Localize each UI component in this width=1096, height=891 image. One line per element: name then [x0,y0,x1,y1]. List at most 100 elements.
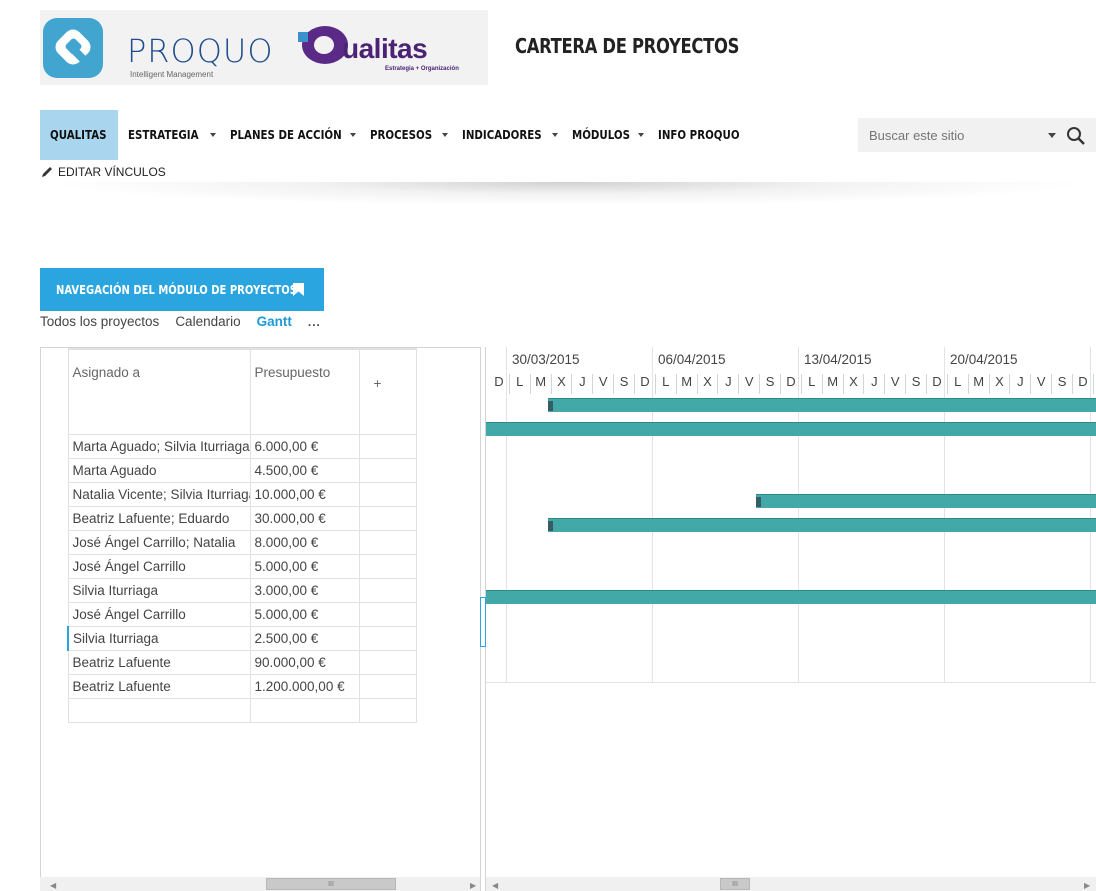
add-column-button[interactable]: + [358,348,417,435]
nav-item-4[interactable]: INDICADORES [452,110,552,160]
nav-item-label: ESTRATEGIA [128,127,199,142]
brand-name: PROQUO [127,32,274,70]
day-letter: J [572,374,594,394]
cell-budget[interactable]: 5.000,00 € [249,553,360,579]
more-views-button[interactable]: ... [308,315,321,329]
gantt-scroll-left-arrow-icon[interactable]: ◀ [492,881,498,890]
day-letter: M [823,374,844,394]
cell-assigned[interactable]: Beatriz Lafuente; Eduardo [67,505,251,531]
cell-assigned[interactable]: José Ángel Carrillo [67,601,251,627]
search-icon[interactable] [1066,126,1086,146]
cell-budget[interactable]: 4.500,00 € [249,457,360,483]
gantt-task-bar[interactable] [486,422,1096,436]
cell-budget[interactable] [249,697,360,723]
scroll-left-arrow-icon[interactable]: ◀ [50,881,56,890]
nav-item-5[interactable]: MÓDULOS [562,110,638,160]
task-start-marker [548,521,553,531]
search-scope-caret-icon[interactable] [1048,133,1056,138]
cell-budget[interactable]: 1.200.000,00 € [249,673,360,699]
table-row[interactable]: Natalia Vicente; Silvia Iturriaga 10.000,… [67,481,417,507]
chevron-down-icon[interactable] [638,133,644,137]
table-row[interactable] [67,697,417,723]
day-letter: V [1031,374,1053,394]
day-letter: S [906,374,927,394]
module-navigation-label: NAVEGACIÓN DEL MÓDULO DE PROYECTOS [56,282,297,297]
day-letter: J [864,374,886,394]
proquo-logo-icon [43,18,103,78]
gantt-scroll-thumb[interactable]: III [720,878,750,890]
nav-item-6[interactable]: INFO PROQUO [648,110,748,160]
nav-item-label: INFO PROQUO [658,127,740,142]
table-row[interactable]: Silvia Iturriaga 2.500,00 € [67,625,417,651]
site-logo[interactable]: PROQUO Intelligent Management ualitas Es… [40,10,488,85]
nav-item-label: PROCESOS [370,127,433,142]
site-title[interactable]: CARTERA DE PROYECTOS [515,34,739,58]
gantt-task-bar[interactable] [548,518,1096,532]
nav-item-label: INDICADORES [462,127,542,142]
scroll-right-arrow-icon[interactable]: ▶ [470,881,476,890]
cell-assigned[interactable]: Silvia Iturriaga [67,625,251,651]
gantt-horizontal-scrollbar[interactable]: ◀ III ▶ [486,877,1096,891]
table-row[interactable]: José Ángel Carrillo 5.000,00 € [67,553,417,579]
cell-assigned[interactable]: José Ángel Carrillo; Natalia [67,529,251,555]
chevron-down-icon[interactable] [350,133,356,137]
brand-tagline: Intelligent Management [130,70,214,79]
project-grid: Asignado a Presupuesto + Marta Aguado; S… [67,348,417,723]
gantt-task-bar[interactable] [548,398,1096,412]
chevron-down-icon[interactable] [552,133,558,137]
cell-budget[interactable]: 5.000,00 € [249,601,360,627]
view-tab-1[interactable]: Calendario [175,314,240,329]
grid-pane: Asignado a Presupuesto + Marta Aguado; S… [40,347,480,891]
cell-budget[interactable]: 3.000,00 € [249,577,360,603]
view-tab-0[interactable]: Todos los proyectos [40,314,159,329]
day-letter: X [990,374,1011,394]
day-letter: X [698,374,719,394]
row-selector-gutter[interactable] [41,348,67,728]
gantt-task-bar[interactable] [756,494,1096,508]
cell-budget[interactable]: 90.000,00 € [249,649,360,675]
nav-item-3[interactable]: PROCESOS [360,110,442,160]
cell-assigned[interactable]: Silvia Iturriaga [67,577,251,603]
cell-assigned[interactable]: Natalia Vicente; Silvia Iturriaga [67,481,251,507]
table-row[interactable]: Marta Aguado; Silvia Iturriaga 6.000,00 € [67,433,417,459]
day-letter: J [1010,374,1032,394]
table-row[interactable]: Silvia Iturriaga 3.000,00 € [67,577,417,603]
gantt-scroll-right-arrow-icon[interactable]: ▶ [1084,881,1090,890]
cell-assigned[interactable]: Beatriz Lafuente [67,673,251,699]
task-start-marker [548,401,553,411]
table-row[interactable]: Beatriz Lafuente; Eduardo 30.000,00 € [67,505,417,531]
cell-assigned[interactable]: Beatriz Lafuente [67,649,251,675]
cell-budget[interactable]: 2.500,00 € [249,625,360,651]
edit-links-button[interactable]: EDITAR VÍNCULOS [40,165,166,179]
column-header-budget[interactable]: Presupuesto [249,348,360,435]
cell-empty [358,553,417,579]
table-row[interactable]: Marta Aguado 4.500,00 € [67,457,417,483]
nav-item-0[interactable]: QUALITAS [40,110,118,160]
table-row[interactable]: Beatriz Lafuente 1.200.000,00 € [67,673,417,699]
grid-horizontal-scrollbar[interactable]: ◀ III ▶ [40,877,480,891]
cell-budget[interactable]: 6.000,00 € [249,433,360,459]
cell-budget[interactable]: 8.000,00 € [249,529,360,555]
chevron-down-icon[interactable] [442,133,448,137]
chevron-down-icon[interactable] [210,133,216,137]
gantt-task-bar[interactable] [486,590,1096,604]
table-row[interactable]: José Ángel Carrillo; Natalia 8.000,00 € [67,529,417,555]
cell-budget[interactable]: 10.000,00 € [249,481,360,507]
cell-assigned[interactable]: Marta Aguado; Silvia Iturriaga [67,433,251,459]
nav-item-label: QUALITAS [50,127,107,142]
table-row[interactable]: José Ángel Carrillo 5.000,00 € [67,601,417,627]
cell-assigned[interactable]: José Ángel Carrillo [67,553,251,579]
nav-item-2[interactable]: PLANES DE ACCIÓN [220,110,350,160]
nav-item-1[interactable]: ESTRATEGIA [118,110,210,160]
grid-scroll-thumb[interactable]: III [266,878,396,890]
module-navigation-button[interactable]: NAVEGACIÓN DEL MÓDULO DE PROYECTOS [40,268,324,311]
view-tab-2[interactable]: Gantt [257,314,292,329]
search-input[interactable] [858,118,1038,152]
cell-assigned[interactable]: Marta Aguado [67,457,251,483]
cell-assigned[interactable] [67,697,251,723]
cell-budget[interactable]: 30.000,00 € [249,505,360,531]
column-header-assigned[interactable]: Asignado a [67,348,251,435]
week-label: 13/04/2015 [804,352,872,367]
table-row[interactable]: Beatriz Lafuente 90.000,00 € [67,649,417,675]
week-gridline [506,347,507,683]
